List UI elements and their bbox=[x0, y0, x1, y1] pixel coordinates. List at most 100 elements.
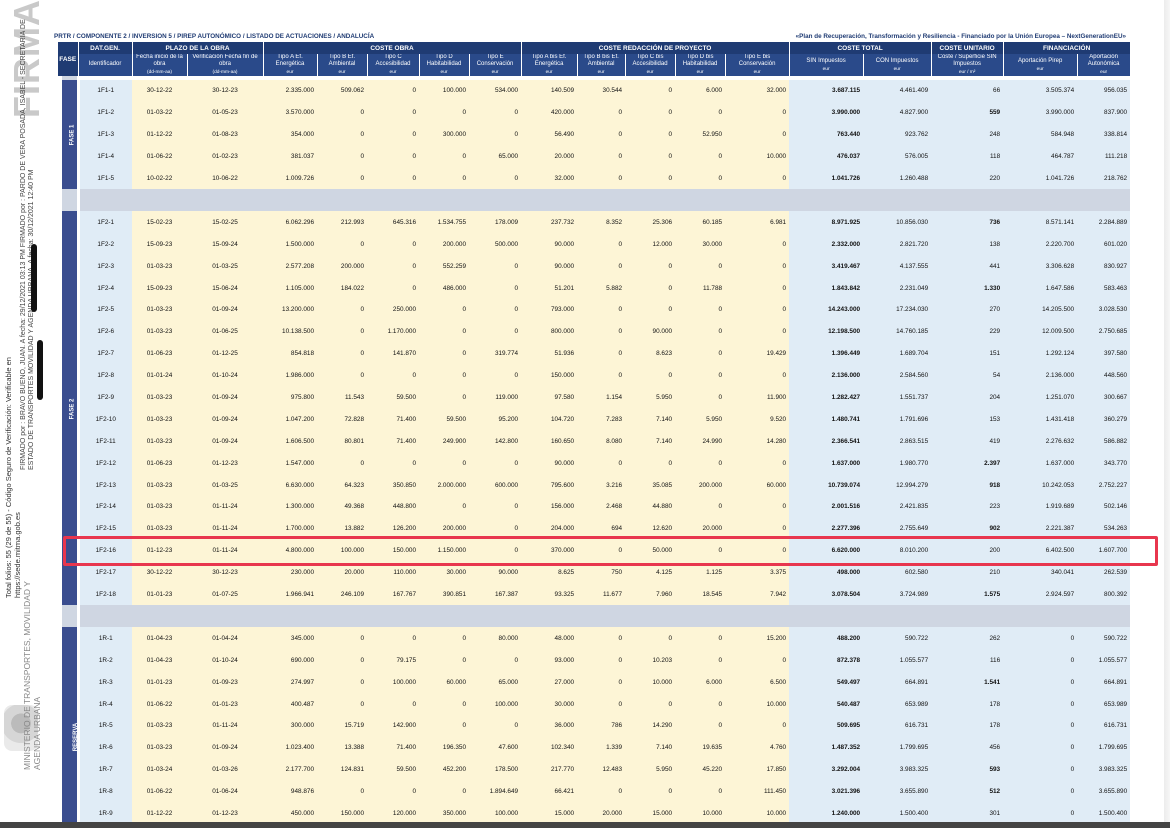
section-spacer bbox=[54, 189, 1131, 212]
table-cell: 1.480.741 bbox=[789, 408, 864, 431]
table-cell: 1.292.124 bbox=[1003, 342, 1078, 365]
table-cell: 01-02-23 bbox=[187, 145, 264, 168]
column-header-unit: eur bbox=[1036, 66, 1044, 72]
table-cell: 32.000 bbox=[725, 80, 790, 102]
table-cell: 854.818 bbox=[263, 342, 318, 365]
column-header: CON Impuestos eur bbox=[863, 54, 932, 76]
table-cell: 47.600 bbox=[469, 736, 522, 759]
table-cell: 223 bbox=[931, 496, 1004, 518]
table-cell: 583.463 bbox=[1077, 277, 1131, 300]
table-cell: 36.000 bbox=[521, 715, 578, 737]
table-cell: 126.200 bbox=[367, 517, 420, 540]
table-cell: 0 bbox=[469, 452, 522, 475]
table-cell: 01-10-24 bbox=[187, 364, 264, 387]
column-header-label: Tipo C Accesibilidad bbox=[375, 54, 411, 67]
table-cell: 7.942 bbox=[725, 583, 790, 606]
table-cell: 3.990.000 bbox=[789, 101, 864, 124]
header-plazo: PLAZO DE LA OBRA bbox=[132, 42, 264, 54]
table-cell: 1.791.696 bbox=[863, 408, 932, 431]
redaction-mark bbox=[37, 340, 43, 400]
table-cell: 1.541 bbox=[931, 671, 1004, 694]
table-cell: 95.200 bbox=[469, 408, 522, 431]
table-cell: 7.140 bbox=[625, 430, 676, 453]
table-cell: 1.150.000 bbox=[419, 539, 470, 562]
table-cell: 51.201 bbox=[521, 277, 578, 300]
table-cell: 262 bbox=[931, 627, 1004, 650]
table-cell: 4.800.000 bbox=[263, 539, 318, 562]
table-cell: 0 bbox=[725, 233, 790, 256]
table-cell: 246.109 bbox=[317, 583, 368, 606]
verification-text: Total folios: 55 (29 de 55) - Código Seg… bbox=[4, 357, 22, 598]
table-cell: 4.760 bbox=[725, 736, 790, 759]
table-cell: 9.520 bbox=[725, 408, 790, 431]
table-cell: 0 bbox=[577, 539, 626, 562]
table-cell: 0 bbox=[725, 167, 790, 190]
table-cell: 3.983.325 bbox=[1077, 758, 1131, 781]
table-cell: 01-11-24 bbox=[187, 517, 264, 540]
column-header-label: Verificación Fecha fin de obra bbox=[192, 54, 258, 67]
row-identifier: 1R-8 bbox=[78, 780, 132, 803]
table-cell: 49.368 bbox=[317, 496, 368, 518]
table-row: 1F2-18 01-01-23 01-07-25 1.966.941 246.109 16… bbox=[58, 583, 1131, 606]
table-cell: 0 bbox=[577, 299, 626, 321]
table-cell: 50.000 bbox=[625, 539, 676, 562]
table-cell: 3.292.004 bbox=[789, 758, 864, 781]
table-cell: 552.259 bbox=[419, 255, 470, 278]
table-cell: 5.950 bbox=[625, 758, 676, 781]
table-cell: 1.919.689 bbox=[1003, 496, 1078, 518]
table-cell: 2.924.597 bbox=[1003, 583, 1078, 606]
table-row: FASE 1 1F1-1 30-12-22 30-12-23 2.335.000 509.… bbox=[54, 80, 1131, 190]
table-cell: 340.041 bbox=[1003, 561, 1078, 584]
table-cell: 93.325 bbox=[521, 583, 578, 606]
table-cell: 400.487 bbox=[263, 693, 318, 716]
table-cell: 0 bbox=[725, 320, 790, 343]
row-identifier: 1F2-15 bbox=[78, 517, 132, 540]
table-cell: 10-02-22 bbox=[132, 167, 187, 190]
table-cell: 64.323 bbox=[317, 474, 368, 497]
table-cell: 1.894.649 bbox=[469, 780, 522, 803]
table-cell: 2.577.208 bbox=[263, 255, 318, 278]
table-row: 1F1-4 01-06-22 01-02-23 381.037 0 0 0 65.000 20.… bbox=[58, 145, 1131, 168]
table-cell: 01-03-23 bbox=[132, 736, 187, 759]
column-header: Verificación Fecha fin de obra (dd-mm-aa) bbox=[187, 54, 264, 76]
table-cell: 0 bbox=[675, 101, 726, 124]
table-cell: 2.277.396 bbox=[789, 517, 864, 540]
row-identifier: 1F2-5 bbox=[78, 299, 132, 321]
document-page: FIRMADO FIRMADO por : BRAVO BUENO, JUAN.… bbox=[0, 0, 1170, 828]
table-cell: 12.994.279 bbox=[863, 474, 932, 497]
table-cell: 1.396.449 bbox=[789, 342, 864, 365]
table-cell: 15-02-23 bbox=[132, 211, 187, 234]
table-cell: 0 bbox=[625, 627, 676, 650]
table-cell: 01-03-24 bbox=[132, 758, 187, 781]
table-cell: 645.316 bbox=[367, 211, 420, 234]
table-cell: 12.620 bbox=[625, 517, 676, 540]
table-cell: 100.000 bbox=[317, 539, 368, 562]
table-cell: 830.927 bbox=[1077, 255, 1131, 278]
table-cell: 51.936 bbox=[521, 342, 578, 365]
table-cell: 0 bbox=[725, 496, 790, 518]
table-cell: 01-03-25 bbox=[187, 255, 264, 278]
table-cell: 11.677 bbox=[577, 583, 626, 606]
table-cell: 486.000 bbox=[419, 277, 470, 300]
column-header: Tipo A Ef. Energética eur bbox=[263, 54, 318, 76]
row-identifier: 1F2-11 bbox=[78, 430, 132, 453]
table-cell: 111.450 bbox=[725, 780, 790, 803]
table-cell: 1.487.352 bbox=[789, 736, 864, 759]
table-cell: 18.545 bbox=[675, 583, 726, 606]
table-cell: 0 bbox=[577, 320, 626, 343]
table-cell: 1.689.704 bbox=[863, 342, 932, 365]
table-row: 1R-8 01-06-22 01-06-24 948.876 0 0 0 1.894.649 6… bbox=[58, 780, 1131, 803]
table-cell: 8.623 bbox=[625, 342, 676, 365]
table-cell: 694 bbox=[577, 517, 626, 540]
table-cell: 3.990.000 bbox=[1003, 101, 1078, 124]
column-header-row: Identificador Fecha inicio de la obra (dd-… bbox=[58, 54, 1131, 76]
section-spacer-fase bbox=[54, 605, 80, 628]
table-cell: 2.136.000 bbox=[789, 364, 864, 387]
table-cell: 250.000 bbox=[367, 299, 420, 321]
table-cell: 1.647.586 bbox=[1003, 277, 1078, 300]
table-cell: 1.534.755 bbox=[419, 211, 470, 234]
table-cell: 10-06-22 bbox=[187, 167, 264, 190]
table-cell: 923.762 bbox=[863, 123, 932, 146]
table-cell: 795.600 bbox=[521, 474, 578, 497]
table-cell: 178.009 bbox=[469, 211, 522, 234]
